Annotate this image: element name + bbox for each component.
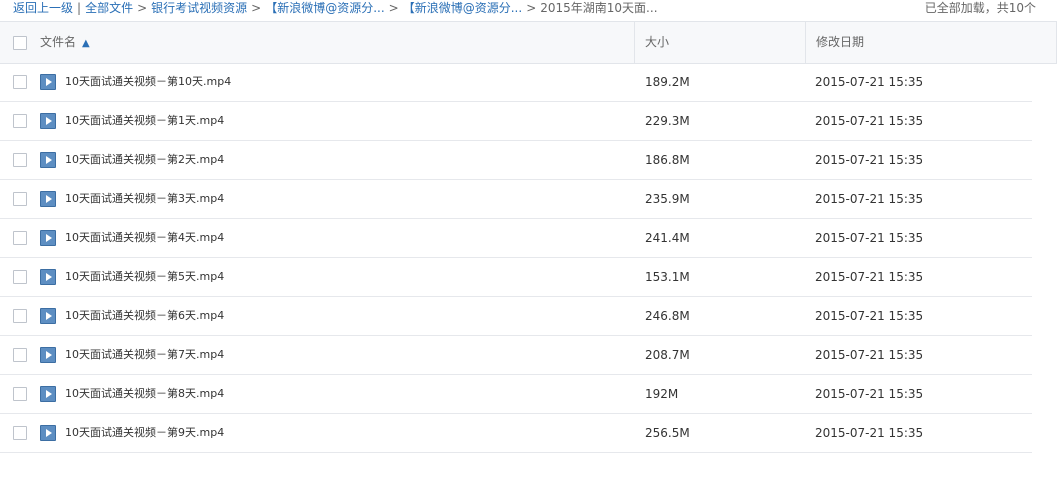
file-name-link[interactable]: 10天面试通关视频－第4天.mp4 [65, 219, 224, 257]
row-checkbox[interactable] [13, 270, 27, 284]
breadcrumb-item-1[interactable]: 银行考试视频资源 [151, 1, 247, 15]
video-file-icon [40, 269, 56, 285]
select-all-checkbox[interactable] [13, 36, 27, 50]
row-checkbox[interactable] [13, 309, 27, 323]
file-size: 256.5M [645, 426, 690, 440]
video-file-icon [40, 425, 56, 441]
file-name-link[interactable]: 10天面试通关视频－第7天.mp4 [65, 336, 224, 374]
file-date: 2015-07-21 15:35 [815, 348, 924, 362]
file-date: 2015-07-21 15:35 [815, 114, 924, 128]
breadcrumb: 返回上一级 | 全部文件 > 银行考试视频资源 > 【新浪微博@资源分... > 【新浪微博@资… [13, 0, 658, 16]
file-size: 246.8M [645, 309, 690, 323]
table-row[interactable]: 10天面试通关视频－第10天.mp4 189.2M 2015-07-21 15:35 [0, 63, 1032, 102]
file-name-link[interactable]: 10天面试通关视频－第8天.mp4 [65, 375, 224, 413]
file-name-link[interactable]: 10天面试通关视频－第9天.mp4 [65, 414, 224, 452]
row-checkbox[interactable] [13, 231, 27, 245]
arrow-up-icon[interactable]: ▲ [82, 23, 90, 64]
breadcrumb-all-files[interactable]: 全部文件 [85, 1, 133, 15]
breadcrumb-arrow: > [251, 1, 262, 15]
row-checkbox[interactable] [13, 114, 27, 128]
column-header-date[interactable]: 修改日期 [816, 22, 864, 63]
row-checkbox[interactable] [13, 192, 27, 206]
table-row[interactable]: 10天面试通关视频－第5天.mp4 153.1M 2015-07-21 15:35 [0, 258, 1032, 297]
table-header: 文件名 ▲ 大小 修改日期 [0, 21, 1057, 64]
column-header-name-label: 文件名 [40, 35, 77, 49]
file-name-link[interactable]: 10天面试通关视频－第2天.mp4 [65, 141, 224, 179]
back-link[interactable]: 返回上一级 [13, 1, 73, 15]
file-size: 192M [645, 387, 679, 401]
top-bar: 返回上一级 | 全部文件 > 银行考试视频资源 > 【新浪微博@资源分... > 【新浪微博@资… [0, 0, 1058, 16]
video-file-icon [40, 191, 56, 207]
video-file-icon [40, 113, 56, 129]
row-checkbox[interactable] [13, 75, 27, 89]
file-name-link[interactable]: 10天面试通关视频－第1天.mp4 [65, 102, 224, 140]
video-file-icon [40, 386, 56, 402]
table-row[interactable]: 10天面试通关视频－第7天.mp4 208.7M 2015-07-21 15:35 [0, 336, 1032, 375]
file-size: 153.1M [645, 270, 690, 284]
video-file-icon [40, 230, 56, 246]
breadcrumb-arrow: > [526, 1, 537, 15]
file-name-link[interactable]: 10天面试通关视频－第5天.mp4 [65, 258, 224, 296]
file-size: 189.2M [645, 75, 690, 89]
file-date: 2015-07-21 15:35 [815, 387, 924, 401]
file-name-link[interactable]: 10天面试通关视频－第10天.mp4 [65, 63, 231, 101]
row-checkbox[interactable] [13, 348, 27, 362]
breadcrumb-item-3[interactable]: 【新浪微博@资源分... [403, 1, 522, 15]
file-size: 229.3M [645, 114, 690, 128]
file-size: 208.7M [645, 348, 690, 362]
table-row[interactable]: 10天面试通关视频－第9天.mp4 256.5M 2015-07-21 15:35 [0, 414, 1032, 453]
file-size: 186.8M [645, 153, 690, 167]
video-file-icon [40, 347, 56, 363]
file-date: 2015-07-21 15:35 [815, 153, 924, 167]
column-divider [805, 22, 806, 63]
table-row[interactable]: 10天面试通关视频－第8天.mp4 192M 2015-07-21 15:35 [0, 375, 1032, 414]
column-divider [634, 22, 635, 63]
file-name-link[interactable]: 10天面试通关视频－第3天.mp4 [65, 180, 224, 218]
file-name-link[interactable]: 10天面试通关视频－第6天.mp4 [65, 297, 224, 335]
video-file-icon [40, 152, 56, 168]
file-date: 2015-07-21 15:35 [815, 426, 924, 440]
breadcrumb-divider: | [77, 1, 82, 15]
table-row[interactable]: 10天面试通关视频－第6天.mp4 246.8M 2015-07-21 15:35 [0, 297, 1032, 336]
table-row[interactable]: 10天面试通关视频－第4天.mp4 241.4M 2015-07-21 15:35 [0, 219, 1032, 258]
video-file-icon [40, 308, 56, 324]
table-row[interactable]: 10天面试通关视频－第1天.mp4 229.3M 2015-07-21 15:35 [0, 102, 1032, 141]
file-size: 235.9M [645, 192, 690, 206]
video-file-icon [40, 74, 56, 90]
row-checkbox[interactable] [13, 426, 27, 440]
file-date: 2015-07-21 15:35 [815, 270, 924, 284]
file-date: 2015-07-21 15:35 [815, 192, 924, 206]
table-row[interactable]: 10天面试通关视频－第2天.mp4 186.8M 2015-07-21 15:35 [0, 141, 1032, 180]
breadcrumb-arrow: > [388, 1, 399, 15]
file-size: 241.4M [645, 231, 690, 245]
breadcrumb-current: 2015年湖南10天面... [540, 1, 658, 15]
file-date: 2015-07-21 15:35 [815, 309, 924, 323]
file-date: 2015-07-21 15:35 [815, 75, 924, 89]
column-header-size[interactable]: 大小 [645, 22, 669, 63]
table-row[interactable]: 10天面试通关视频－第3天.mp4 235.9M 2015-07-21 15:35 [0, 180, 1032, 219]
breadcrumb-arrow: > [137, 1, 148, 15]
loaded-count-status: 已全部加载，共10个 [924, 1, 1036, 15]
file-date: 2015-07-21 15:35 [815, 231, 924, 245]
row-checkbox[interactable] [13, 153, 27, 167]
breadcrumb-item-2[interactable]: 【新浪微博@资源分... [265, 1, 384, 15]
column-header-name[interactable]: 文件名 ▲ [40, 22, 90, 63]
row-checkbox[interactable] [13, 387, 27, 401]
